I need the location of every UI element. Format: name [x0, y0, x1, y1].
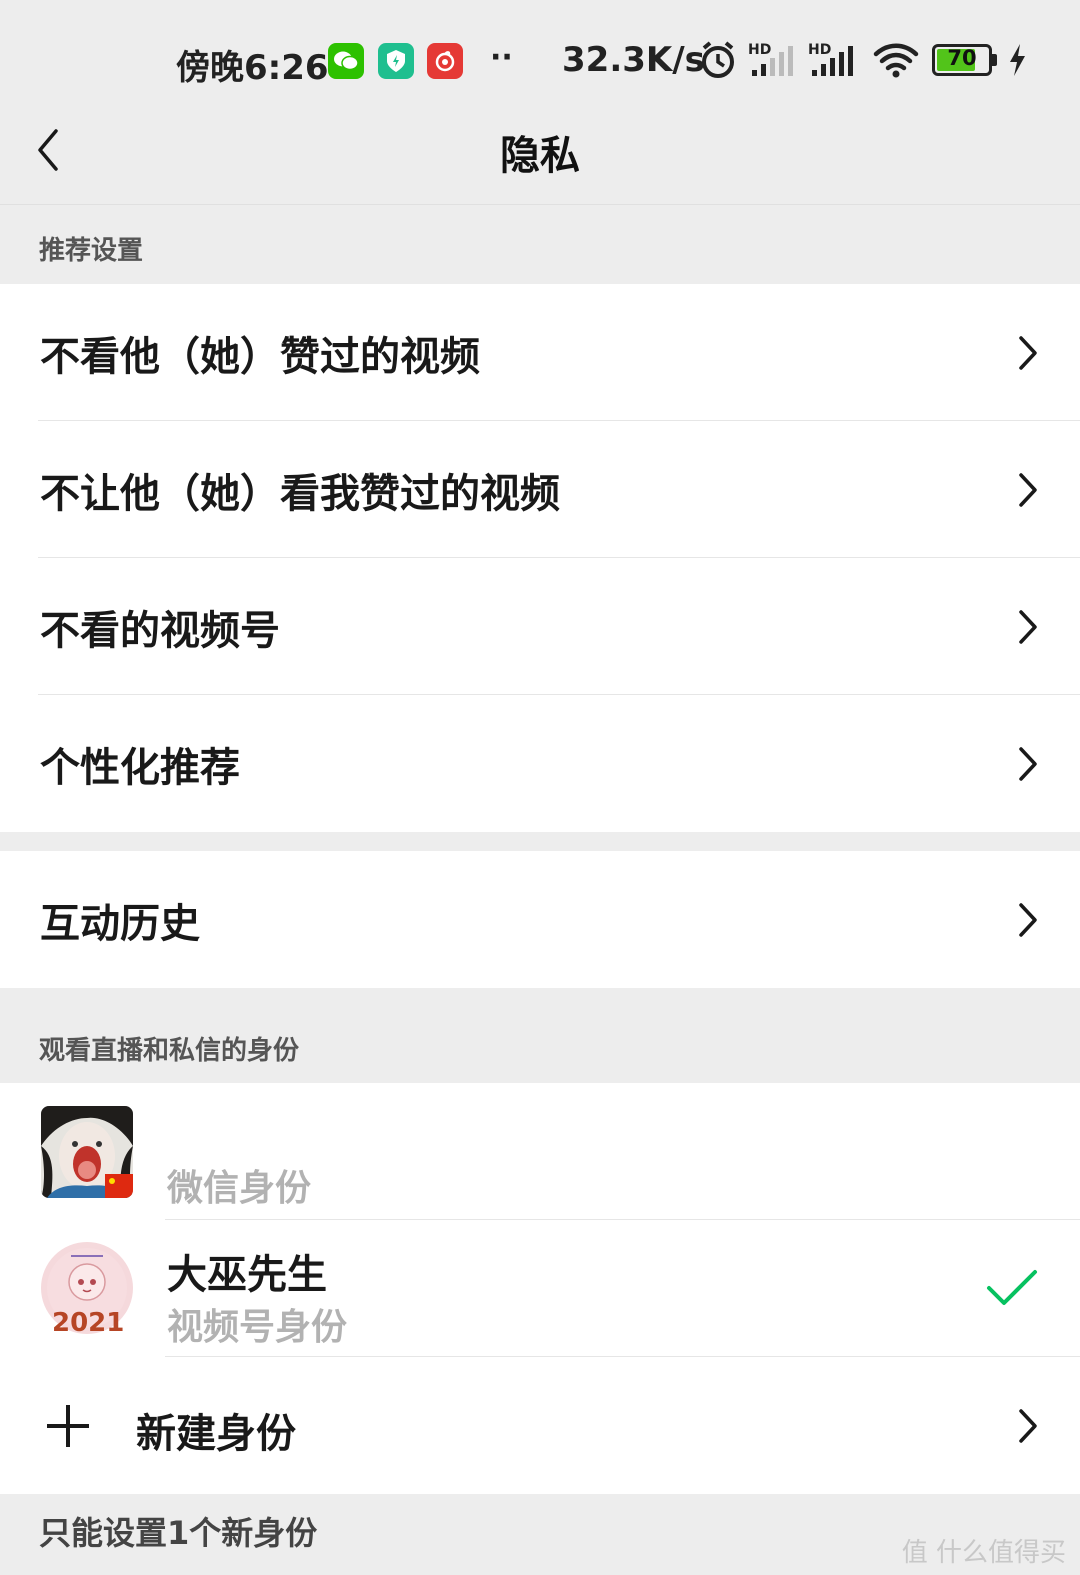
row-label: 不让他（她）看我赞过的视频	[40, 470, 560, 517]
svg-text:HD: HD	[748, 42, 771, 58]
avatar-year-text: 2021	[52, 1308, 125, 1338]
identity-row-wechat[interactable]: 微信身份	[0, 1083, 1080, 1220]
watermark: 值 什么值得买	[901, 1538, 1066, 1568]
page-title: 隐私	[500, 133, 580, 179]
netease-music-icon	[427, 43, 463, 79]
nav-bar: 隐私	[0, 95, 1080, 205]
identity-row-channel[interactable]: 2021 大巫先生 视频号身份	[0, 1220, 1080, 1357]
section-header-label: 推荐设置	[39, 236, 144, 266]
row-personalized-recommendation[interactable]: 个性化推荐	[0, 695, 1080, 832]
signal-hd-icon: HD	[808, 42, 853, 76]
signal-hd-icon: HD	[748, 42, 793, 76]
identity-name: 大巫先生	[167, 1252, 327, 1298]
chevron-right-icon	[1019, 335, 1037, 370]
row-hide-their-liked-videos[interactable]: 不看他（她）赞过的视频	[0, 284, 1080, 421]
chevron-right-icon	[1019, 609, 1037, 644]
battery-level: 70	[947, 46, 977, 70]
chevron-right-icon	[1019, 902, 1037, 937]
status-time: 傍晚6:26	[176, 48, 329, 88]
wifi-icon	[873, 43, 919, 78]
new-identity-label: 新建身份	[136, 1411, 296, 1457]
history-group: 互动历史	[0, 851, 1080, 988]
alarm-icon	[702, 41, 734, 78]
chevron-right-icon	[1019, 472, 1037, 507]
row-label: 互动历史	[40, 900, 200, 947]
recommend-settings-group: 不看他（她）赞过的视频 不让他（她）看我赞过的视频 不看的视频号 个性化推荐	[0, 284, 1080, 832]
row-label: 不看他（她）赞过的视频	[40, 333, 480, 380]
status-more-dots: ··	[490, 40, 513, 75]
section-header-recommend: 推荐设置	[0, 206, 1080, 284]
row-label: 个性化推荐	[40, 744, 240, 791]
identity-group: 微信身份 2021 大巫先生 视频号身份 新建身份	[0, 1083, 1080, 1494]
svg-text:HD: HD	[808, 42, 831, 58]
identity-subtitle: 视频号身份	[167, 1307, 348, 1348]
row-hide-my-liked-videos[interactable]: 不让他（她）看我赞过的视频	[0, 421, 1080, 558]
row-interaction-history[interactable]: 互动历史	[0, 851, 1080, 988]
wechat-icon	[328, 43, 364, 79]
network-speed: 32.3K/s	[562, 40, 705, 80]
avatar	[41, 1106, 133, 1198]
chevron-right-icon	[1019, 746, 1037, 781]
check-icon	[987, 1270, 1037, 1305]
chevron-right-icon	[1019, 1408, 1037, 1443]
charging-icon	[1010, 44, 1025, 76]
identity-subtitle: 微信身份	[167, 1168, 312, 1209]
battery-icon: 70	[932, 44, 998, 76]
section-header-label: 观看直播和私信的身份	[39, 1036, 300, 1066]
new-identity-row[interactable]: 新建身份	[0, 1357, 1080, 1494]
identity-footer-label: 只能设置1个新身份	[39, 1514, 318, 1552]
row-hidden-channels[interactable]: 不看的视频号	[0, 558, 1080, 695]
plus-icon	[47, 1405, 89, 1447]
row-label: 不看的视频号	[40, 607, 280, 654]
shield-icon	[378, 43, 414, 79]
section-header-identity: 观看直播和私信的身份	[0, 988, 1080, 1083]
